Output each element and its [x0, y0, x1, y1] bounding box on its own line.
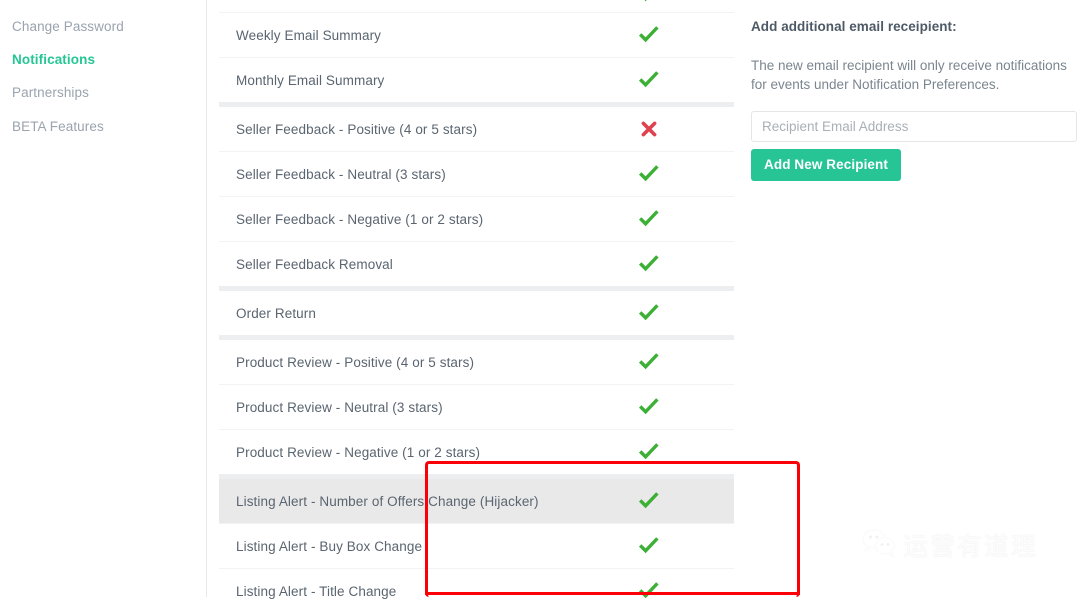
- add-recipient-heading: Add additional email receipient:: [751, 19, 957, 34]
- recipient-email-input[interactable]: [751, 111, 1077, 142]
- add-recipient-description: The new email recipient will only receiv…: [751, 58, 1067, 92]
- table-row[interactable]: Listing Alert - Buy Box Change: [219, 524, 734, 568]
- green-check-icon[interactable]: [629, 13, 669, 57]
- table-row[interactable]: Seller Feedback - Neutral (3 stars): [219, 152, 734, 196]
- notification-event-label: Listing Alert - Number of Offers Change …: [236, 493, 539, 509]
- settings-page: Change Password Notifications Partnershi…: [0, 0, 1080, 599]
- notification-event-label: Product Review - Negative (1 or 2 stars): [236, 444, 481, 460]
- notification-event-label: Listing Alert - Buy Box Change: [236, 538, 423, 554]
- sidebar-item-beta-features[interactable]: BETA Features: [12, 110, 206, 143]
- annotation-red-rectangle-bottom-edge: [425, 592, 800, 595]
- green-check-icon[interactable]: [629, 0, 669, 12]
- notification-preferences-table-area: Weekly Email Summary Monthly Email Summar…: [207, 0, 800, 599]
- notification-event-label: Order Return: [236, 305, 316, 321]
- sidebar-item-change-password[interactable]: Change Password: [12, 10, 206, 43]
- table-row[interactable]: Listing Alert - Number of Offers Change …: [219, 479, 734, 523]
- notification-preferences-table: Weekly Email Summary Monthly Email Summar…: [219, 0, 734, 613]
- notification-event-label: Seller Feedback Removal: [236, 256, 393, 272]
- green-check-icon[interactable]: [629, 430, 669, 474]
- sidebar-item-partnerships[interactable]: Partnerships: [12, 77, 206, 110]
- notification-event-label: Seller Feedback - Positive (4 or 5 stars…: [236, 121, 478, 137]
- notification-event-label: Weekly Email Summary: [236, 27, 382, 43]
- green-check-icon[interactable]: [629, 524, 669, 568]
- sidebar-item-notifications[interactable]: Notifications: [12, 43, 206, 76]
- add-recipient-panel: Add additional email receipient: The new…: [740, 0, 1080, 597]
- notification-event-label: Product Review - Positive (4 or 5 stars): [236, 354, 475, 370]
- green-check-icon[interactable]: [629, 340, 669, 384]
- green-check-icon[interactable]: [629, 152, 669, 196]
- table-row-clipped: [219, 0, 734, 12]
- notification-event-label: Seller Feedback - Negative (1 or 2 stars…: [236, 211, 484, 227]
- table-row[interactable]: Seller Feedback - Positive (4 or 5 stars…: [219, 107, 734, 151]
- table-row[interactable]: Product Review - Neutral (3 stars): [219, 385, 734, 429]
- settings-sidebar: Change Password Notifications Partnershi…: [0, 0, 207, 597]
- sidebar-item-label: Change Password: [12, 18, 124, 34]
- table-row[interactable]: Listing Alert - Title Change: [219, 569, 734, 613]
- sidebar-item-label: Notifications: [12, 51, 96, 67]
- table-row[interactable]: Monthly Email Summary: [219, 58, 734, 102]
- table-row[interactable]: Order Return: [219, 291, 734, 335]
- notification-event-label: Listing Alert - Title Change: [236, 583, 397, 599]
- sidebar-item-label: BETA Features: [12, 118, 104, 134]
- notification-event-label: Seller Feedback - Neutral (3 stars): [236, 166, 446, 182]
- green-check-icon[interactable]: [629, 385, 669, 429]
- table-row[interactable]: Seller Feedback - Negative (1 or 2 stars…: [219, 197, 734, 241]
- sidebar-item-label: Partnerships: [12, 85, 89, 101]
- table-row[interactable]: Weekly Email Summary: [219, 13, 734, 57]
- add-new-recipient-button[interactable]: Add New Recipient: [751, 149, 901, 181]
- table-row[interactable]: Product Review - Negative (1 or 2 stars): [219, 430, 734, 474]
- green-check-icon[interactable]: [629, 242, 669, 286]
- green-check-icon[interactable]: [629, 291, 669, 335]
- table-row[interactable]: Product Review - Positive (4 or 5 stars): [219, 340, 734, 384]
- notification-event-label: Product Review - Neutral (3 stars): [236, 399, 443, 415]
- green-check-icon[interactable]: [629, 197, 669, 241]
- red-cross-icon[interactable]: [629, 107, 669, 151]
- green-check-icon[interactable]: [629, 479, 669, 523]
- green-check-icon[interactable]: [629, 58, 669, 102]
- notification-event-label: Monthly Email Summary: [236, 72, 385, 88]
- table-row[interactable]: Seller Feedback Removal: [219, 242, 734, 286]
- green-check-icon[interactable]: [629, 569, 669, 613]
- table-row-container: Weekly Email Summary Monthly Email Summar…: [219, 13, 734, 613]
